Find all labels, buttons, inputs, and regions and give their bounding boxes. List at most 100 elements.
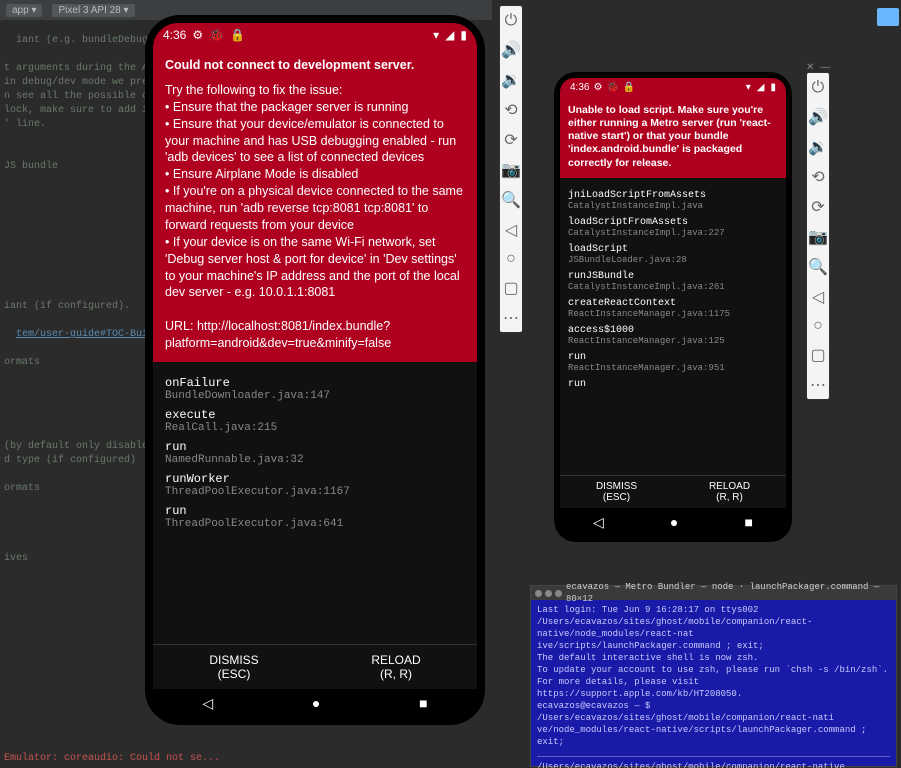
trace-method: run <box>568 352 778 363</box>
trace-method: run <box>165 504 465 518</box>
volume-up-icon[interactable]: 🔊 <box>808 107 828 127</box>
wifi-icon: ▾ <box>746 82 751 93</box>
zoom-icon[interactable]: 🔍 <box>501 190 521 210</box>
back-icon[interactable]: ◁ <box>593 514 604 531</box>
error-body: Try the following to fix the issue: • En… <box>165 82 465 352</box>
trace-method: jniLoadScriptFromAssets <box>568 190 778 201</box>
trace-loc: CatalystInstanceImpl.java <box>568 201 778 211</box>
stack-trace[interactable]: onFailure BundleDownloader.java:147 exec… <box>153 362 477 644</box>
error-panel: Unable to load script. Make sure you're … <box>560 96 786 178</box>
trace-method: runJSBundle <box>568 271 778 282</box>
trace-loc: ReactInstanceManager.java:125 <box>568 336 778 346</box>
trace-loc: ReactInstanceManager.java:951 <box>568 363 778 373</box>
close-icon[interactable]: ✕ <box>499 0 507 3</box>
signal-icon: ◢ <box>445 28 454 42</box>
terminal-title: ecavazos — Metro Bundler — node · launch… <box>566 581 892 605</box>
volume-down-icon[interactable]: 🔉 <box>808 137 828 157</box>
terminal-titlebar: ecavazos — Metro Bundler — node · launch… <box>531 586 896 600</box>
more-icon[interactable]: ⋯ <box>503 308 519 328</box>
emulator-window-controls: ✕— <box>499 0 523 3</box>
trace-loc: ThreadPoolExecutor.java:1167 <box>165 486 465 498</box>
close-dot-icon[interactable] <box>535 590 542 597</box>
overview-icon[interactable]: ■ <box>419 695 427 711</box>
dismiss-button[interactable]: DISMISS (ESC) <box>153 645 315 689</box>
min-dot-icon[interactable] <box>545 590 552 597</box>
rotate-left-icon[interactable]: ⟲ <box>811 167 824 187</box>
power-icon[interactable]: ⏻ <box>505 12 518 30</box>
trace-method: loadScript <box>568 244 778 255</box>
power-icon[interactable]: ⏻ <box>812 79 825 97</box>
lock-icon: 🔒 <box>623 82 635 93</box>
error-actions: DISMISS (ESC) RELOAD (R, R) <box>560 475 786 508</box>
term-line: ve/node_modules/react-native/scripts/lau… <box>537 724 890 748</box>
emulator-toolbar: ⏻ 🔊 🔉 ⟲ ⟳ 📷 🔍 ◁ ○ ▢ ⋯ <box>499 5 523 333</box>
terminal-window[interactable]: ecavazos — Metro Bundler — node · launch… <box>530 585 897 767</box>
rotate-right-icon[interactable]: ⟳ <box>504 130 517 150</box>
error-panel: Could not connect to development server.… <box>153 47 477 362</box>
dismiss-button[interactable]: DISMISS (ESC) <box>560 476 673 508</box>
clock: 4:36 <box>163 28 186 42</box>
trace-method: run <box>165 440 465 454</box>
term-line: For more details, please visit https://s… <box>537 676 890 700</box>
reload-button[interactable]: RELOAD (R, R) <box>315 645 477 689</box>
trace-loc: JSBundleLoader.java:28 <box>568 255 778 265</box>
android-nav: ◁ ● ■ <box>560 508 786 536</box>
home-emu-icon[interactable]: ○ <box>813 317 823 335</box>
term-line: ive/scripts/launchPackager.command ; exi… <box>537 640 890 652</box>
overview-icon[interactable]: ■ <box>744 514 752 530</box>
term-path: /Users/ecavazos/sites/ghost/mobile/compa… <box>537 761 890 768</box>
log-line: Emulator: coreaudio: Could not se... <box>4 752 484 766</box>
emulator-small: 4:36 ⚙ 🐞 🔒 ▾ ◢ ▮ Unable to load script. … <box>554 72 792 542</box>
max-dot-icon[interactable] <box>555 590 562 597</box>
camera-icon[interactable]: 📷 <box>808 227 828 247</box>
overview-emu-icon[interactable]: ▢ <box>503 278 518 298</box>
battery-icon: ▮ <box>770 82 776 93</box>
error-title: Could not connect to development server. <box>165 57 465 74</box>
wifi-icon: ▾ <box>433 28 439 42</box>
config-dropdown[interactable]: app ▾ <box>6 4 42 17</box>
trace-method: onFailure <box>165 376 465 390</box>
emulator-large: 4:36 ⚙ 🐞 🔒 ▾ ◢ ▮ Could not connect to de… <box>145 15 485 725</box>
gear-icon: ⚙ <box>192 28 203 42</box>
zoom-icon[interactable]: 🔍 <box>808 257 828 277</box>
camera-icon[interactable]: 📷 <box>501 160 521 180</box>
home-icon[interactable]: ● <box>312 695 320 711</box>
trace-loc: CatalystInstanceImpl.java:227 <box>568 228 778 238</box>
status-bar: 4:36 ⚙ 🐞 🔒 ▾ ◢ ▮ <box>153 23 477 47</box>
term-line: The default interactive shell is now zsh… <box>537 652 890 664</box>
trace-method: runWorker <box>165 472 465 486</box>
minimize-icon[interactable]: — <box>513 0 523 3</box>
clock: 4:36 <box>570 82 589 93</box>
trace-method: access$1000 <box>568 325 778 336</box>
signal-icon: ◢ <box>757 82 765 93</box>
rotate-right-icon[interactable]: ⟳ <box>811 197 824 217</box>
trace-method: createReactContext <box>568 298 778 309</box>
trace-loc: NamedRunnable.java:32 <box>165 454 465 466</box>
back-icon[interactable]: ◁ <box>202 695 213 712</box>
back-emu-icon[interactable]: ◁ <box>812 287 824 307</box>
trace-method: run <box>568 379 778 390</box>
home-emu-icon[interactable]: ○ <box>506 250 516 268</box>
stack-trace[interactable]: jniLoadScriptFromAssets CatalystInstance… <box>560 178 786 475</box>
home-icon[interactable]: ● <box>670 514 678 530</box>
trace-method: execute <box>165 408 465 422</box>
back-emu-icon[interactable]: ◁ <box>505 220 517 240</box>
reload-button[interactable]: RELOAD (R, R) <box>673 476 786 508</box>
more-icon[interactable]: ⋯ <box>810 375 826 395</box>
trace-method: loadScriptFromAssets <box>568 217 778 228</box>
error-actions: DISMISS (ESC) RELOAD (R, R) <box>153 644 477 689</box>
overview-emu-icon[interactable]: ▢ <box>810 345 825 365</box>
rotate-left-icon[interactable]: ⟲ <box>504 100 517 120</box>
trace-loc: ThreadPoolExecutor.java:641 <box>165 518 465 530</box>
term-line: To update your account to use zsh, pleas… <box>537 664 890 676</box>
trace-loc: RealCall.java:215 <box>165 422 465 434</box>
trace-loc: BundleDownloader.java:147 <box>165 390 465 402</box>
emulator-toolbar: ⏻ 🔊 🔉 ⟲ ⟳ 📷 🔍 ◁ ○ ▢ ⋯ <box>806 72 830 400</box>
bug-icon: 🐞 <box>209 28 224 42</box>
volume-down-icon[interactable]: 🔉 <box>501 70 521 90</box>
volume-up-icon[interactable]: 🔊 <box>501 40 521 60</box>
error-body: Unable to load script. Make sure you're … <box>568 104 778 170</box>
terminal-body: Last login: Tue Jun 9 16:28:17 on ttys00… <box>531 600 896 768</box>
folder-icon[interactable] <box>877 8 899 26</box>
device-dropdown[interactable]: Pixel 3 API 28 ▾ <box>52 4 134 17</box>
